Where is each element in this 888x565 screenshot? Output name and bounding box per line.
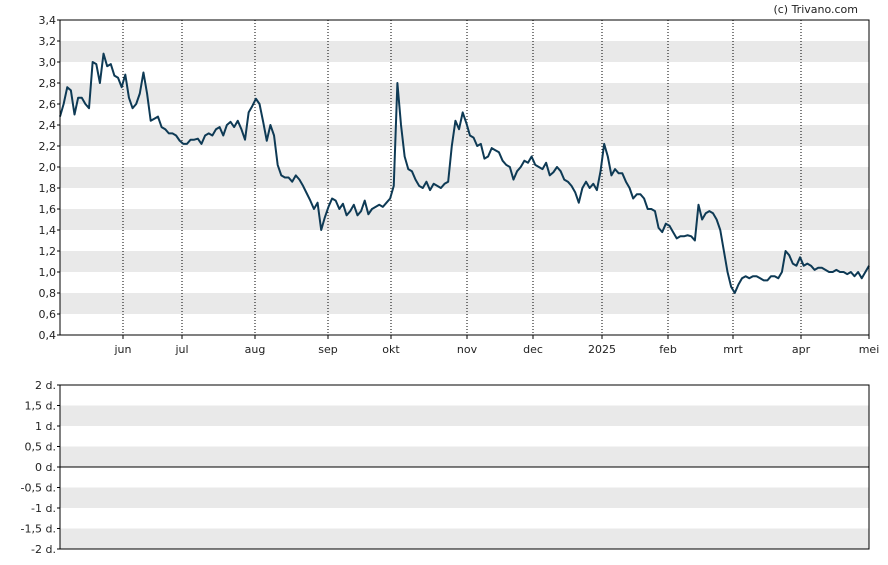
y-tick-label: 2,0 <box>39 161 57 174</box>
x-tick-label: jul <box>174 343 188 356</box>
y-tick-label: 2,2 <box>39 140 57 153</box>
y-tick-label: 3,2 <box>39 35 57 48</box>
y-tick-label: 2,4 <box>39 119 57 132</box>
y-tick-label: 1,0 <box>39 266 57 279</box>
y-tick-label: -2 d. <box>31 543 56 556</box>
grid-stripe <box>60 487 869 508</box>
y-tick-label: 0,8 <box>39 287 57 300</box>
y-tick-label: -1 d. <box>31 502 56 515</box>
x-tick-label: okt <box>382 343 400 356</box>
grid-stripe <box>60 167 869 188</box>
y-tick-label: 2,8 <box>39 77 57 90</box>
x-tick-label: mei <box>859 343 880 356</box>
x-tick-label: apr <box>792 343 811 356</box>
y-tick-label: 0,6 <box>39 308 57 321</box>
y-tick-label: -1,5 d. <box>21 523 56 536</box>
y-tick-label: 0,5 d. <box>25 441 56 454</box>
grid-stripe <box>60 209 869 230</box>
credit-text: (c) Trivano.com <box>773 3 858 16</box>
x-tick-label: feb <box>659 343 677 356</box>
y-tick-label: 1,5 d. <box>25 400 56 413</box>
y-tick-label: -0,5 d. <box>21 482 56 495</box>
y-tick-label: 2 d. <box>35 379 56 392</box>
x-tick-label: sep <box>318 343 337 356</box>
x-tick-label: mrt <box>723 343 743 356</box>
y-tick-label: 1,4 <box>39 224 57 237</box>
y-tick-label: 1,8 <box>39 182 57 195</box>
x-tick-label: aug <box>245 343 266 356</box>
price-chart: 3,4 3,2 3,0 2,8 2,6 2,4 2,2 2,0 1,8 1,6 1,4 1,2 1,0 0… <box>39 14 880 356</box>
x-tick-label: 2025 <box>588 343 616 356</box>
x-tick-label: nov <box>457 343 478 356</box>
dividend-chart: 2 d. 1,5 d. 1 d. 0,5 d. 0 d. -0,5 d. -1 d. -1,5… <box>21 379 870 556</box>
grid-stripe <box>60 251 869 272</box>
grid-stripe <box>60 446 869 467</box>
grid-stripe <box>60 528 869 549</box>
grid-stripe <box>60 293 869 314</box>
grid-stripe <box>60 41 869 62</box>
chart-canvas: (c) Trivano.com 3,4 3,2 3,0 2,8 2,6 2,4 2,2 2,0… <box>21 3 880 556</box>
x-tick-label: jun <box>114 343 132 356</box>
y-tick-label: 3,0 <box>39 56 57 69</box>
y-tick-label: 1 d. <box>35 420 56 433</box>
grid-stripe <box>60 83 869 104</box>
y-tick-label: 1,2 <box>39 245 57 258</box>
y-tick-label: 0,4 <box>39 329 57 342</box>
y-tick-label: 2,6 <box>39 98 57 111</box>
y-tick-label: 3,4 <box>39 14 57 27</box>
y-tick-label: 1,6 <box>39 203 57 216</box>
y-tick-label: 0 d. <box>35 461 56 474</box>
grid-stripe <box>60 405 869 426</box>
x-tick-label: dec <box>523 343 543 356</box>
